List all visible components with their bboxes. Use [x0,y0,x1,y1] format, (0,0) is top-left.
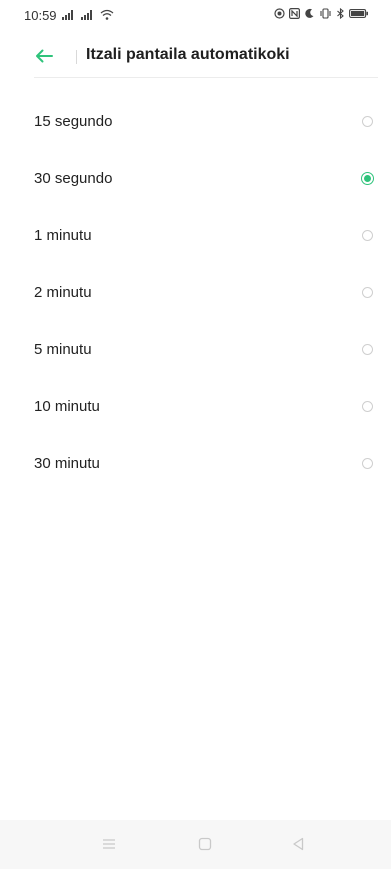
option-30-segundo[interactable]: 30 segundo [0,151,391,208]
radio-button[interactable] [362,116,373,127]
navigation-bar [0,820,391,869]
option-10-minutu[interactable]: 10 minutu [0,379,391,436]
option-label: 2 minutu [34,284,92,301]
status-icons-right [274,8,369,19]
option-label: 30 minutu [34,455,100,472]
location-icon [274,8,285,19]
radio-button[interactable] [362,230,373,241]
option-30-minutu[interactable]: 30 minutu [0,436,391,493]
option-label: 15 segundo [34,113,113,130]
radio-button[interactable] [362,287,373,298]
wifi-icon [100,9,114,20]
option-15-segundo[interactable]: 15 segundo [0,94,391,151]
option-1-minutu[interactable]: 1 minutu [0,208,391,265]
arrow-left-icon [36,49,53,63]
option-2-minutu[interactable]: 2 minutu [0,265,391,322]
back-button[interactable] [32,44,56,68]
back-triangle-icon [293,837,304,851]
radio-dot [364,175,371,182]
home-icon [198,837,212,851]
nfc-icon [289,8,300,19]
signal-icons [62,9,114,20]
moon-icon [305,8,314,18]
header: Itzali pantaila automatikoki [0,36,391,78]
option-label: 30 segundo [34,170,113,187]
radio-button[interactable] [362,458,373,469]
signal-icon [62,10,73,20]
menu-icon [103,839,115,849]
option-label: 5 minutu [34,341,92,358]
status-bar: 10:59 [0,0,391,36]
bluetooth-icon [337,8,344,19]
header-divider [76,50,77,64]
radio-button[interactable] [362,401,373,412]
header-underline [34,77,378,78]
option-label: 10 minutu [34,398,100,415]
signal-icon [81,10,92,20]
option-5-minutu[interactable]: 5 minutu [0,322,391,379]
status-time: 10:59 [24,8,57,23]
vibrate-icon [320,8,331,19]
menu-button[interactable] [97,832,121,856]
timeout-options-list: 15 segundo 30 segundo 1 minutu 2 minutu … [0,94,391,493]
back-nav-button[interactable] [286,832,310,856]
home-button[interactable] [193,832,217,856]
page-title: Itzali pantaila automatikoki [86,46,290,63]
battery-icon [349,9,368,18]
radio-button[interactable] [362,344,373,355]
option-label: 1 minutu [34,227,92,244]
radio-button-selected[interactable] [361,172,374,185]
